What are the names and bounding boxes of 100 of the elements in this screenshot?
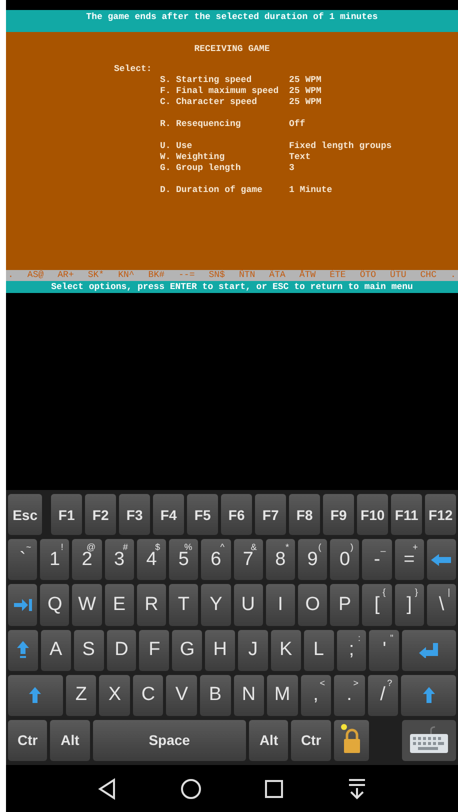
key[interactable]: 7 & [234, 539, 263, 580]
key[interactable]: X [99, 674, 130, 716]
function-key[interactable]: F3 [119, 494, 150, 536]
key[interactable]: E [104, 584, 134, 626]
key[interactable]: 3 # [104, 539, 134, 580]
function-key[interactable]: F1 [51, 494, 82, 536]
shift-symbol: : [358, 632, 360, 643]
option-label: Character speed [176, 97, 258, 108]
option-label: Duration of game [176, 185, 264, 196]
shift-key[interactable] [401, 674, 456, 716]
key[interactable]: L [304, 630, 334, 671]
key[interactable]: 1 ! [40, 539, 70, 580]
key[interactable]: Z [66, 674, 96, 716]
key[interactable]: - _ [362, 539, 392, 580]
key[interactable]: Q [40, 584, 70, 626]
prosign: ÖTO [360, 270, 376, 281]
option-key: G. [160, 163, 176, 174]
keyboard-key[interactable] [402, 720, 456, 762]
function-key[interactable]: F2 [85, 494, 116, 536]
key[interactable]: , < [300, 674, 332, 716]
key[interactable]: W [72, 584, 102, 626]
key[interactable]: P [330, 584, 360, 626]
key[interactable]: O [298, 584, 328, 626]
key[interactable]: D [106, 630, 136, 671]
key[interactable]: M [267, 674, 298, 716]
key[interactable]: . > [334, 674, 365, 716]
option-key: F. [160, 86, 176, 97]
shift-symbol: < [320, 678, 326, 688]
key[interactable]: 9 ( [298, 539, 328, 580]
space-bar[interactable]: Space [92, 720, 246, 762]
key[interactable]: 0 ) [330, 539, 360, 580]
key[interactable]: I [266, 584, 295, 626]
caps-lock-key[interactable] [8, 630, 38, 671]
enter-key[interactable] [402, 630, 456, 671]
option-value: Fixed length groups [289, 141, 392, 152]
key[interactable]: 8 * [266, 539, 295, 580]
key[interactable]: \ | [426, 584, 456, 626]
key[interactable]: A [40, 630, 71, 671]
shift-symbol: ~ [26, 542, 32, 552]
key[interactable]: ` ~ [8, 539, 38, 580]
key[interactable]: 2 @ [72, 539, 102, 580]
shift-symbol: ! [60, 542, 64, 552]
modifier-key[interactable]: Ctr [8, 720, 48, 762]
key[interactable]: T [169, 584, 198, 626]
key[interactable]: U [234, 584, 263, 626]
key[interactable]: 5 % [169, 539, 198, 580]
function-key[interactable]: F11 [391, 494, 422, 536]
key[interactable]: V [166, 674, 197, 716]
key[interactable]: 6 ^ [201, 539, 231, 580]
back-icon[interactable] [97, 778, 118, 800]
key[interactable]: ] } [394, 584, 424, 626]
option-label: Group length [176, 163, 242, 174]
modifier-key[interactable]: Ctr [291, 720, 331, 762]
key[interactable]: ' " [369, 630, 400, 671]
tab-key[interactable] [8, 584, 38, 626]
prosign: ÄTA [269, 270, 286, 281]
key[interactable]: ; : [336, 630, 366, 671]
modifier-key[interactable]: Alt [50, 720, 90, 762]
key[interactable]: G [172, 630, 202, 671]
key[interactable]: R [136, 584, 166, 626]
function-key[interactable]: F5 [187, 494, 218, 536]
shift-key[interactable] [8, 674, 63, 716]
option-value: 1 Minute [289, 185, 332, 196]
option-key: R. [160, 119, 176, 130]
key[interactable]: K [270, 630, 301, 671]
option-key: S. [160, 75, 176, 86]
function-key[interactable]: F4 [153, 494, 184, 536]
key[interactable]: C [132, 674, 164, 716]
function-key[interactable]: F7 [255, 494, 286, 536]
shift-symbol: @ [86, 542, 96, 552]
keyboard-icon [409, 726, 450, 754]
key[interactable]: / ? [368, 674, 398, 716]
shift-symbol: ) [350, 542, 354, 552]
key[interactable]: Y [201, 584, 231, 626]
option-label: Resequencing [176, 119, 242, 130]
key[interactable]: J [238, 630, 268, 671]
key[interactable]: H [205, 630, 236, 671]
lock-key[interactable] [334, 720, 370, 762]
function-key[interactable]: F8 [289, 494, 320, 536]
function-key[interactable]: F10 [357, 494, 388, 536]
key[interactable]: 4 $ [136, 539, 166, 580]
hide-keyboard-icon[interactable] [346, 778, 367, 800]
key[interactable]: F [139, 630, 170, 671]
backspace-key[interactable] [426, 539, 456, 580]
key[interactable]: B [200, 674, 230, 716]
recents-icon[interactable] [264, 778, 284, 798]
key[interactable]: N [234, 674, 264, 716]
key[interactable]: = + [394, 539, 424, 580]
home-icon[interactable] [180, 778, 202, 800]
function-key[interactable]: F9 [323, 494, 354, 536]
shift-icon [28, 686, 42, 704]
function-key[interactable]: F12 [425, 494, 456, 536]
shift-icon [422, 686, 436, 704]
key[interactable]: S [74, 630, 104, 671]
modifier-key[interactable]: Esc [8, 494, 42, 536]
modifier-key[interactable]: Alt [249, 720, 288, 762]
select-label: Select: [113, 64, 153, 75]
option-key: U. [160, 141, 176, 152]
function-key[interactable]: F6 [221, 494, 252, 536]
key[interactable]: [ { [362, 584, 392, 626]
